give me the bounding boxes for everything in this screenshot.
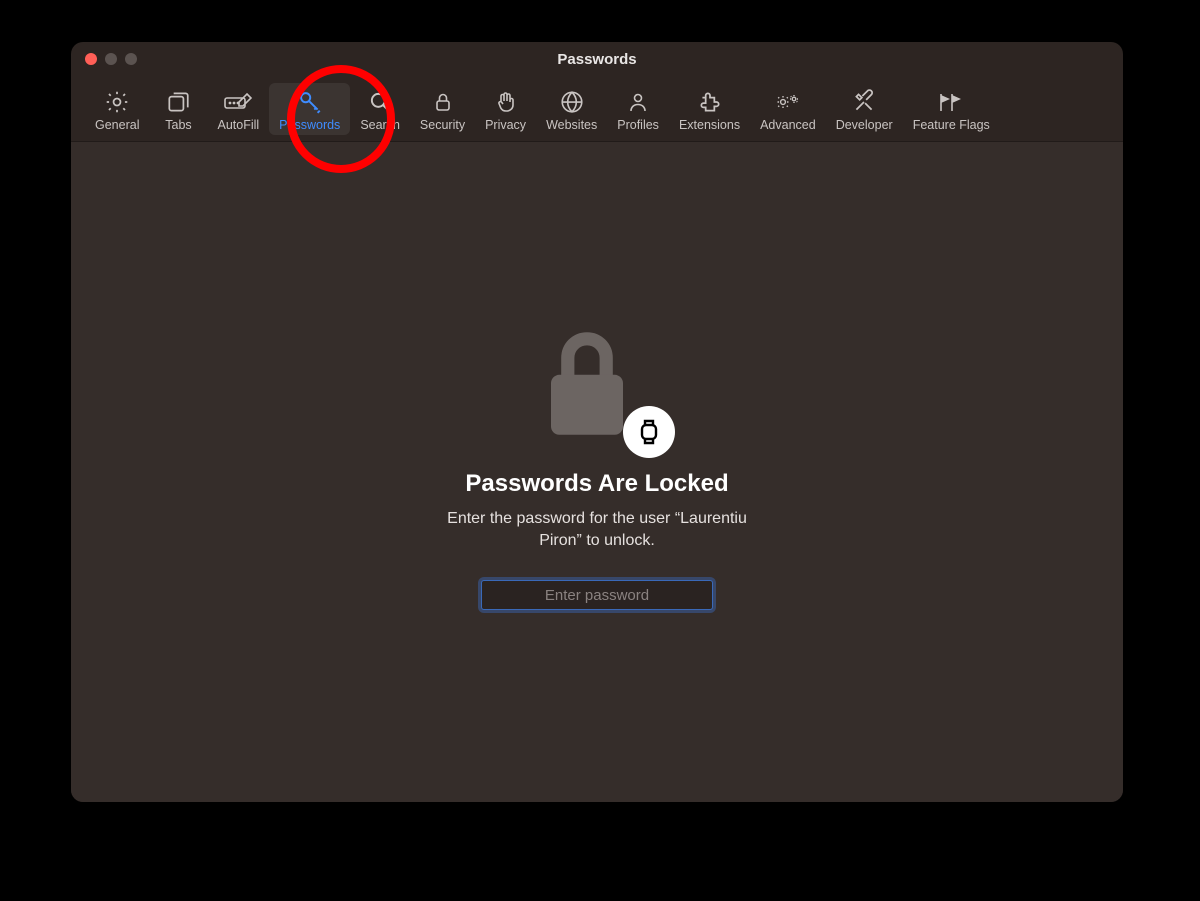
locked-panel: Passwords Are Locked Enter the password … xyxy=(377,322,817,610)
hand-icon xyxy=(494,87,518,117)
passwords-content: Passwords Are Locked Enter the password … xyxy=(71,142,1123,802)
tab-feature-flags[interactable]: Feature Flags xyxy=(903,83,1000,135)
tab-label: Passwords xyxy=(279,117,340,133)
search-icon xyxy=(367,87,393,117)
tab-label: Search xyxy=(360,117,400,133)
preferences-toolbar: General Tabs AutoFill xyxy=(71,76,1123,142)
tab-search[interactable]: Search xyxy=(350,83,410,135)
person-icon xyxy=(626,87,650,117)
password-input[interactable] xyxy=(481,580,713,610)
gear-icon xyxy=(104,87,130,117)
tab-security[interactable]: Security xyxy=(410,83,475,135)
lock-large-icon xyxy=(537,322,657,452)
tab-developer[interactable]: Developer xyxy=(826,83,903,135)
flags-icon xyxy=(936,87,966,117)
tab-tabs[interactable]: Tabs xyxy=(149,83,207,135)
watch-badge-icon xyxy=(623,406,675,458)
minimize-window-button[interactable] xyxy=(105,53,117,65)
autofill-icon xyxy=(223,87,253,117)
window-title: Passwords xyxy=(71,51,1123,68)
tab-label: General xyxy=(95,117,139,133)
tab-label: Websites xyxy=(546,117,597,133)
tab-profiles[interactable]: Profiles xyxy=(607,83,669,135)
lock-icon xyxy=(431,87,455,117)
key-icon xyxy=(297,87,323,117)
tab-label: Privacy xyxy=(485,117,526,133)
tab-label: AutoFill xyxy=(217,117,259,133)
tab-autofill[interactable]: AutoFill xyxy=(207,83,269,135)
tab-label: Feature Flags xyxy=(913,117,990,133)
zoom-window-button[interactable] xyxy=(125,53,137,65)
close-window-button[interactable] xyxy=(85,53,97,65)
tab-passwords[interactable]: Passwords xyxy=(269,83,350,135)
tab-label: Profiles xyxy=(617,117,659,133)
titlebar: Passwords xyxy=(71,42,1123,76)
tabs-icon xyxy=(165,87,191,117)
tab-privacy[interactable]: Privacy xyxy=(475,83,536,135)
tab-label: Security xyxy=(420,117,465,133)
preferences-window: Passwords General Tabs xyxy=(71,42,1123,802)
tab-label: Extensions xyxy=(679,117,740,133)
globe-icon xyxy=(559,87,585,117)
gears-icon xyxy=(774,87,802,117)
locked-title: Passwords Are Locked xyxy=(465,470,728,498)
tab-label: Tabs xyxy=(165,117,191,133)
tab-label: Developer xyxy=(836,117,893,133)
locked-subtitle: Enter the password for the user “Laurent… xyxy=(427,508,767,552)
tab-label: Advanced xyxy=(760,117,816,133)
traffic-lights xyxy=(71,53,137,65)
tab-websites[interactable]: Websites xyxy=(536,83,607,135)
tab-extensions[interactable]: Extensions xyxy=(669,83,750,135)
puzzle-icon xyxy=(697,87,723,117)
tools-icon xyxy=(851,87,877,117)
tab-general[interactable]: General xyxy=(85,83,149,135)
tab-advanced[interactable]: Advanced xyxy=(750,83,826,135)
